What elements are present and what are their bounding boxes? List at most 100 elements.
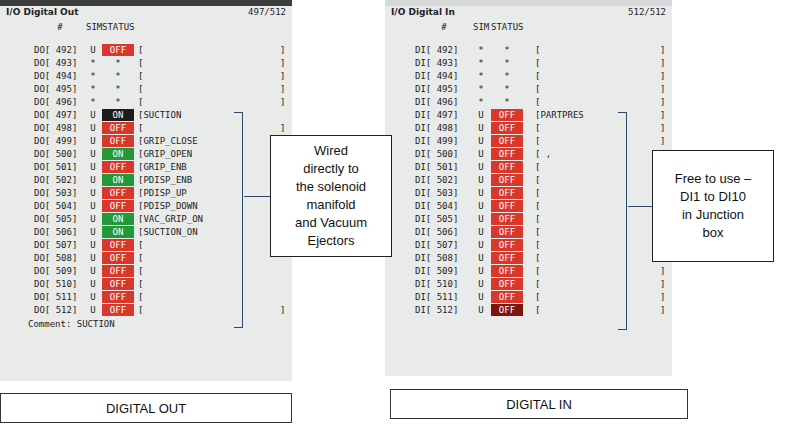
status-cell[interactable]: * (102, 57, 134, 69)
connector-line (244, 196, 270, 197)
status-cell[interactable]: * (491, 57, 523, 69)
io-row[interactable]: DI[ 498]UOFF[] (385, 121, 672, 134)
caption-box: DIGITAL IN (390, 389, 688, 419)
io-row[interactable]: DO[ 500]UON[GRIP_OPEN (0, 147, 292, 160)
io-row[interactable]: DI[ 492]**[] (385, 43, 672, 56)
io-row[interactable]: DO[ 509]UOFF[ (0, 264, 292, 277)
status-cell[interactable]: ON (102, 109, 134, 121)
status-cell[interactable]: OFF (491, 304, 523, 316)
status-cell[interactable]: OFF (102, 304, 134, 316)
status-cell[interactable]: OFF (102, 265, 134, 277)
io-row[interactable]: DI[ 510]UOFF[] (385, 277, 672, 290)
io-row[interactable]: DI[ 502]UOFF[] (385, 173, 672, 186)
io-row[interactable]: DO[ 503]UOFF[PDISP_UP (0, 186, 292, 199)
status-cell[interactable]: OFF (491, 291, 523, 303)
status-cell[interactable]: OFF (491, 174, 523, 186)
io-row[interactable]: DI[ 503]UOFF[] (385, 186, 672, 199)
io-row[interactable]: DO[ 495]**[] (0, 82, 292, 95)
status-cell[interactable]: OFF (491, 200, 523, 212)
io-number: DI[ 510] (415, 279, 473, 289)
io-comment: [ (523, 240, 660, 250)
io-row[interactable]: DO[ 498]UOFF[] (0, 121, 292, 134)
status-cell[interactable]: OFF (102, 135, 134, 147)
io-row[interactable]: DI[ 512]UOFF[] (385, 303, 672, 316)
io-row[interactable]: DI[ 501]UOFF[] (385, 160, 672, 173)
annotation-line: box (703, 224, 724, 242)
status-cell[interactable]: OFF (491, 265, 523, 277)
status-cell[interactable]: OFF (491, 226, 523, 238)
status-cell[interactable]: OFF (491, 109, 523, 121)
io-row[interactable]: DI[ 499]UOFF[] (385, 134, 672, 147)
io-row[interactable]: DO[ 493]**[] (0, 56, 292, 69)
io-row[interactable]: DI[ 494]**[] (385, 69, 672, 82)
tab-strip (0, 0, 292, 6)
status-cell[interactable]: OFF (491, 135, 523, 147)
io-row[interactable]: DO[ 510]UOFF[ (0, 277, 292, 290)
io-row[interactable]: DI[ 507]UOFF[] (385, 238, 672, 251)
status-cell[interactable]: * (102, 83, 134, 95)
io-number: DI[ 512] (415, 305, 473, 315)
io-row[interactable]: DO[ 492]UOFF[] (0, 43, 292, 56)
io-row[interactable]: DO[ 502]UON[PDISP_ENB (0, 173, 292, 186)
status-cell[interactable]: OFF (102, 239, 134, 251)
status-cell[interactable]: OFF (102, 187, 134, 199)
io-row[interactable]: DO[ 507]UOFF[ (0, 238, 292, 251)
sim-flag: * (86, 58, 100, 68)
status-cell[interactable]: OFF (491, 239, 523, 251)
status-cell[interactable]: ON (102, 174, 134, 186)
io-comment: [ (523, 71, 660, 81)
io-comment: [ (523, 97, 660, 107)
status-cell[interactable]: * (491, 96, 523, 108)
io-row[interactable]: DI[ 511]UOFF[] (385, 290, 672, 303)
io-comment: [ (134, 279, 280, 289)
io-row[interactable]: DI[ 509]UOFF[] (385, 264, 672, 277)
io-row[interactable]: DI[ 506]UOFF[] (385, 225, 672, 238)
status-cell[interactable]: OFF (491, 213, 523, 225)
comment-end: ] (660, 279, 668, 289)
io-row[interactable]: DI[ 508]UOFF[] (385, 251, 672, 264)
io-row[interactable]: DO[ 497]UON[SUCTION (0, 108, 292, 121)
status-cell[interactable]: OFF (491, 187, 523, 199)
io-row[interactable]: DI[ 497]UOFF[PARTPRES] (385, 108, 672, 121)
io-row[interactable]: DO[ 496]**[] (0, 95, 292, 108)
io-row[interactable]: DI[ 505]UOFF[] (385, 212, 672, 225)
status-cell[interactable]: OFF (491, 148, 523, 160)
io-comment: [ (523, 266, 660, 276)
io-row[interactable]: DO[ 506]UON[SUCTION_ON (0, 225, 292, 238)
io-row[interactable]: DO[ 505]UON[VAC_GRIP_ON (0, 212, 292, 225)
io-row[interactable]: DI[ 496]**[] (385, 95, 672, 108)
comment-end: ] (660, 123, 668, 133)
io-number: DI[ 502] (415, 175, 473, 185)
status-cell[interactable]: OFF (491, 252, 523, 264)
status-cell[interactable]: * (491, 44, 523, 56)
status-cell[interactable]: * (491, 70, 523, 82)
io-row[interactable]: DO[ 511]UOFF[ (0, 290, 292, 303)
status-cell[interactable]: OFF (491, 278, 523, 290)
status-cell[interactable]: OFF (102, 161, 134, 173)
status-cell[interactable]: OFF (491, 161, 523, 173)
status-cell[interactable]: * (102, 70, 134, 82)
status-cell[interactable]: ON (102, 226, 134, 238)
io-row[interactable]: DI[ 500]UOFF[ ,] (385, 147, 672, 160)
io-row[interactable]: DO[ 499]UOFF[GRIP_CLOSE (0, 134, 292, 147)
status-cell[interactable]: ON (102, 213, 134, 225)
status-cell[interactable]: ON (102, 148, 134, 160)
io-row[interactable]: DO[ 508]UOFF[ (0, 251, 292, 264)
status-cell[interactable]: OFF (491, 122, 523, 134)
io-number: DO[ 496] (34, 97, 86, 107)
status-cell[interactable]: OFF (102, 252, 134, 264)
status-cell[interactable]: OFF (102, 278, 134, 290)
screen-title: I/O Digital Out (6, 7, 78, 19)
status-cell[interactable]: OFF (102, 200, 134, 212)
status-cell[interactable]: OFF (102, 122, 134, 134)
io-row[interactable]: DO[ 512]UOFF[] (0, 303, 292, 316)
io-row[interactable]: DO[ 501]UOFF[GRIP_ENB (0, 160, 292, 173)
io-row[interactable]: DO[ 504]UOFF[PDISP_DOWN (0, 199, 292, 212)
io-row[interactable]: DO[ 494]**[] (0, 69, 292, 82)
status-cell[interactable]: OFF (102, 291, 134, 303)
status-cell[interactable]: * (102, 96, 134, 108)
io-row[interactable]: DI[ 495]**[] (385, 82, 672, 95)
status-cell[interactable]: * (491, 83, 523, 95)
status-cell[interactable]: OFF (102, 44, 134, 56)
io-row[interactable]: DI[ 493]**[] (385, 56, 672, 69)
